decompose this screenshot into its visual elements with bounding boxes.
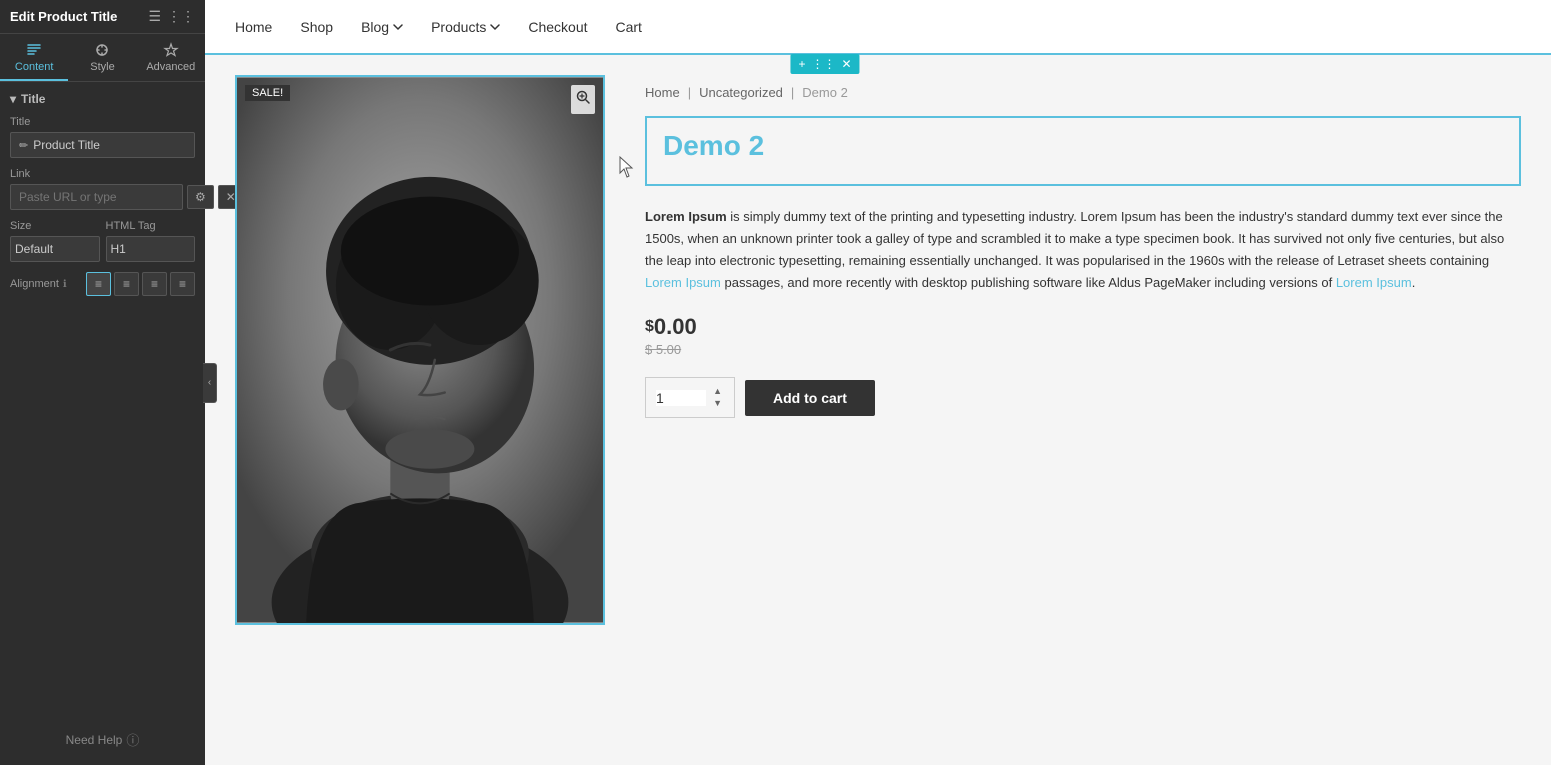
title-section: ▾ Title Title ✏ Link ⚙ ✕ Size Default Sm…: [0, 82, 205, 312]
breadcrumb-category[interactable]: Uncategorized: [699, 85, 783, 100]
title-input-wrapper[interactable]: ✏: [10, 132, 195, 158]
advanced-icon: [163, 42, 179, 58]
close-element-btn[interactable]: ✕: [841, 57, 851, 71]
nav-products[interactable]: Products: [431, 19, 500, 35]
drag-handle-icon[interactable]: ⋮⋮: [811, 57, 835, 71]
link-field-label: Link: [10, 168, 195, 180]
breadcrumb-current: Demo 2: [802, 85, 848, 100]
content-icon: [26, 42, 42, 58]
product-description: Lorem Ipsum is simply dummy text of the …: [645, 206, 1521, 294]
blog-chevron-icon: [393, 22, 403, 32]
title-field-label: Title: [10, 116, 195, 128]
link-input[interactable]: [10, 184, 183, 210]
panel-header: Edit Product Title ☰ ⋮⋮: [0, 0, 205, 34]
sale-badge: SALE!: [245, 85, 290, 101]
add-element-btn[interactable]: +: [798, 57, 805, 71]
products-chevron-icon: [490, 22, 500, 32]
alignment-label-wrap: Alignment ℹ: [10, 278, 67, 290]
section-title-toggle[interactable]: ▾ Title: [10, 92, 195, 106]
main-content: Home Shop Blog Products Checkout Cart + …: [205, 0, 1551, 765]
link-field-wrapper: ⚙ ✕: [10, 184, 195, 210]
size-html-row: Size Default Small Medium Large HTML Tag…: [10, 220, 195, 262]
align-center-btn[interactable]: ≡: [114, 272, 139, 296]
product-image-wrapper: SALE!: [235, 75, 605, 625]
panel-tabs: Content Style Advanced: [0, 34, 205, 82]
product-info: Home | Uncategorized | Demo 2 Demo 2 Lor…: [645, 75, 1521, 745]
chevron-down-icon: ▾: [10, 92, 16, 106]
align-left-btn[interactable]: ≡: [86, 272, 111, 296]
nav-checkout[interactable]: Checkout: [528, 19, 587, 35]
need-help-link[interactable]: Need Help ⓘ: [0, 714, 205, 765]
zoom-icon[interactable]: [571, 85, 595, 114]
breadcrumb-home[interactable]: Home: [645, 85, 680, 100]
grid-icon[interactable]: ⋮⋮: [167, 8, 195, 25]
desc-intro-bold: Lorem Ipsum: [645, 209, 727, 224]
pencil-icon: ✏: [19, 139, 28, 152]
left-panel: Edit Product Title ☰ ⋮⋮ Content Style Ad…: [0, 0, 205, 765]
product-image: [237, 77, 603, 623]
menu-icon[interactable]: ☰: [148, 8, 161, 25]
nav-home[interactable]: Home: [235, 19, 272, 35]
link-settings-btn[interactable]: ⚙: [187, 185, 214, 209]
desc-body: is simply dummy text of the printing and…: [645, 209, 1504, 290]
price-dollar: $: [645, 318, 654, 336]
nav-shop[interactable]: Shop: [300, 19, 333, 35]
size-select[interactable]: Default Small Medium Large: [10, 236, 100, 262]
product-title-box: Demo 2: [645, 116, 1521, 186]
html-tag-select[interactable]: H1 H2 H3 H4 H5 H6 DIV SPAN P: [106, 236, 196, 262]
tab-content[interactable]: Content: [0, 34, 68, 81]
element-toolbar: + ⋮⋮ ✕: [790, 54, 859, 74]
align-justify-btn[interactable]: ≡: [170, 272, 195, 296]
breadcrumb-sep1: |: [688, 85, 691, 100]
nav-cart[interactable]: Cart: [616, 19, 642, 35]
html-tag-label: HTML Tag: [106, 220, 196, 232]
product-area: SALE!: [205, 55, 1551, 765]
help-circle-icon: ⓘ: [126, 730, 139, 749]
size-label: Size: [10, 220, 100, 232]
tab-style[interactable]: Style: [68, 34, 136, 81]
breadcrumb-sep2: |: [791, 85, 794, 100]
title-input[interactable]: [33, 138, 186, 152]
price-original: $ 5.00: [645, 342, 1521, 357]
qty-up-btn[interactable]: ▲: [711, 386, 724, 397]
product-title: Demo 2: [663, 130, 1503, 162]
add-to-cart-button[interactable]: Add to cart: [745, 380, 875, 416]
desc-link1[interactable]: Lorem Ipsum: [645, 275, 721, 290]
alignment-label: Alignment: [10, 278, 59, 290]
style-icon: [94, 42, 110, 58]
alignment-row: Alignment ℹ ≡ ≡ ≡ ≡: [10, 272, 195, 296]
price-section: $ 0.00 $ 5.00: [645, 314, 1521, 357]
image-section: SALE!: [235, 75, 605, 745]
alignment-info-icon: ℹ: [63, 279, 67, 290]
top-nav: Home Shop Blog Products Checkout Cart + …: [205, 0, 1551, 55]
nav-blog[interactable]: Blog: [361, 19, 403, 35]
panel-collapse-handle[interactable]: ‹: [203, 363, 217, 403]
panel-header-icons: ☰ ⋮⋮: [148, 8, 195, 25]
breadcrumb: Home | Uncategorized | Demo 2: [645, 85, 1521, 100]
qty-spinners: ▲ ▼: [711, 386, 724, 409]
panel-title: Edit Product Title: [10, 9, 117, 24]
qty-down-btn[interactable]: ▼: [711, 398, 724, 409]
tab-advanced[interactable]: Advanced: [137, 34, 205, 81]
size-field: Size Default Small Medium Large: [10, 220, 100, 262]
html-tag-field: HTML Tag H1 H2 H3 H4 H5 H6 DIV SPAN P: [106, 220, 196, 262]
align-right-btn[interactable]: ≡: [142, 272, 167, 296]
price-current: $ 0.00: [645, 314, 1521, 340]
alignment-buttons: ≡ ≡ ≡ ≡: [86, 272, 195, 296]
quantity-wrapper: 1 ▲ ▼: [645, 377, 735, 418]
add-to-cart-row: 1 ▲ ▼ Add to cart: [645, 377, 1521, 418]
price-value: 0.00: [654, 314, 697, 339]
quantity-input[interactable]: 1: [656, 390, 706, 406]
desc-link2[interactable]: Lorem Ipsum: [1336, 275, 1412, 290]
